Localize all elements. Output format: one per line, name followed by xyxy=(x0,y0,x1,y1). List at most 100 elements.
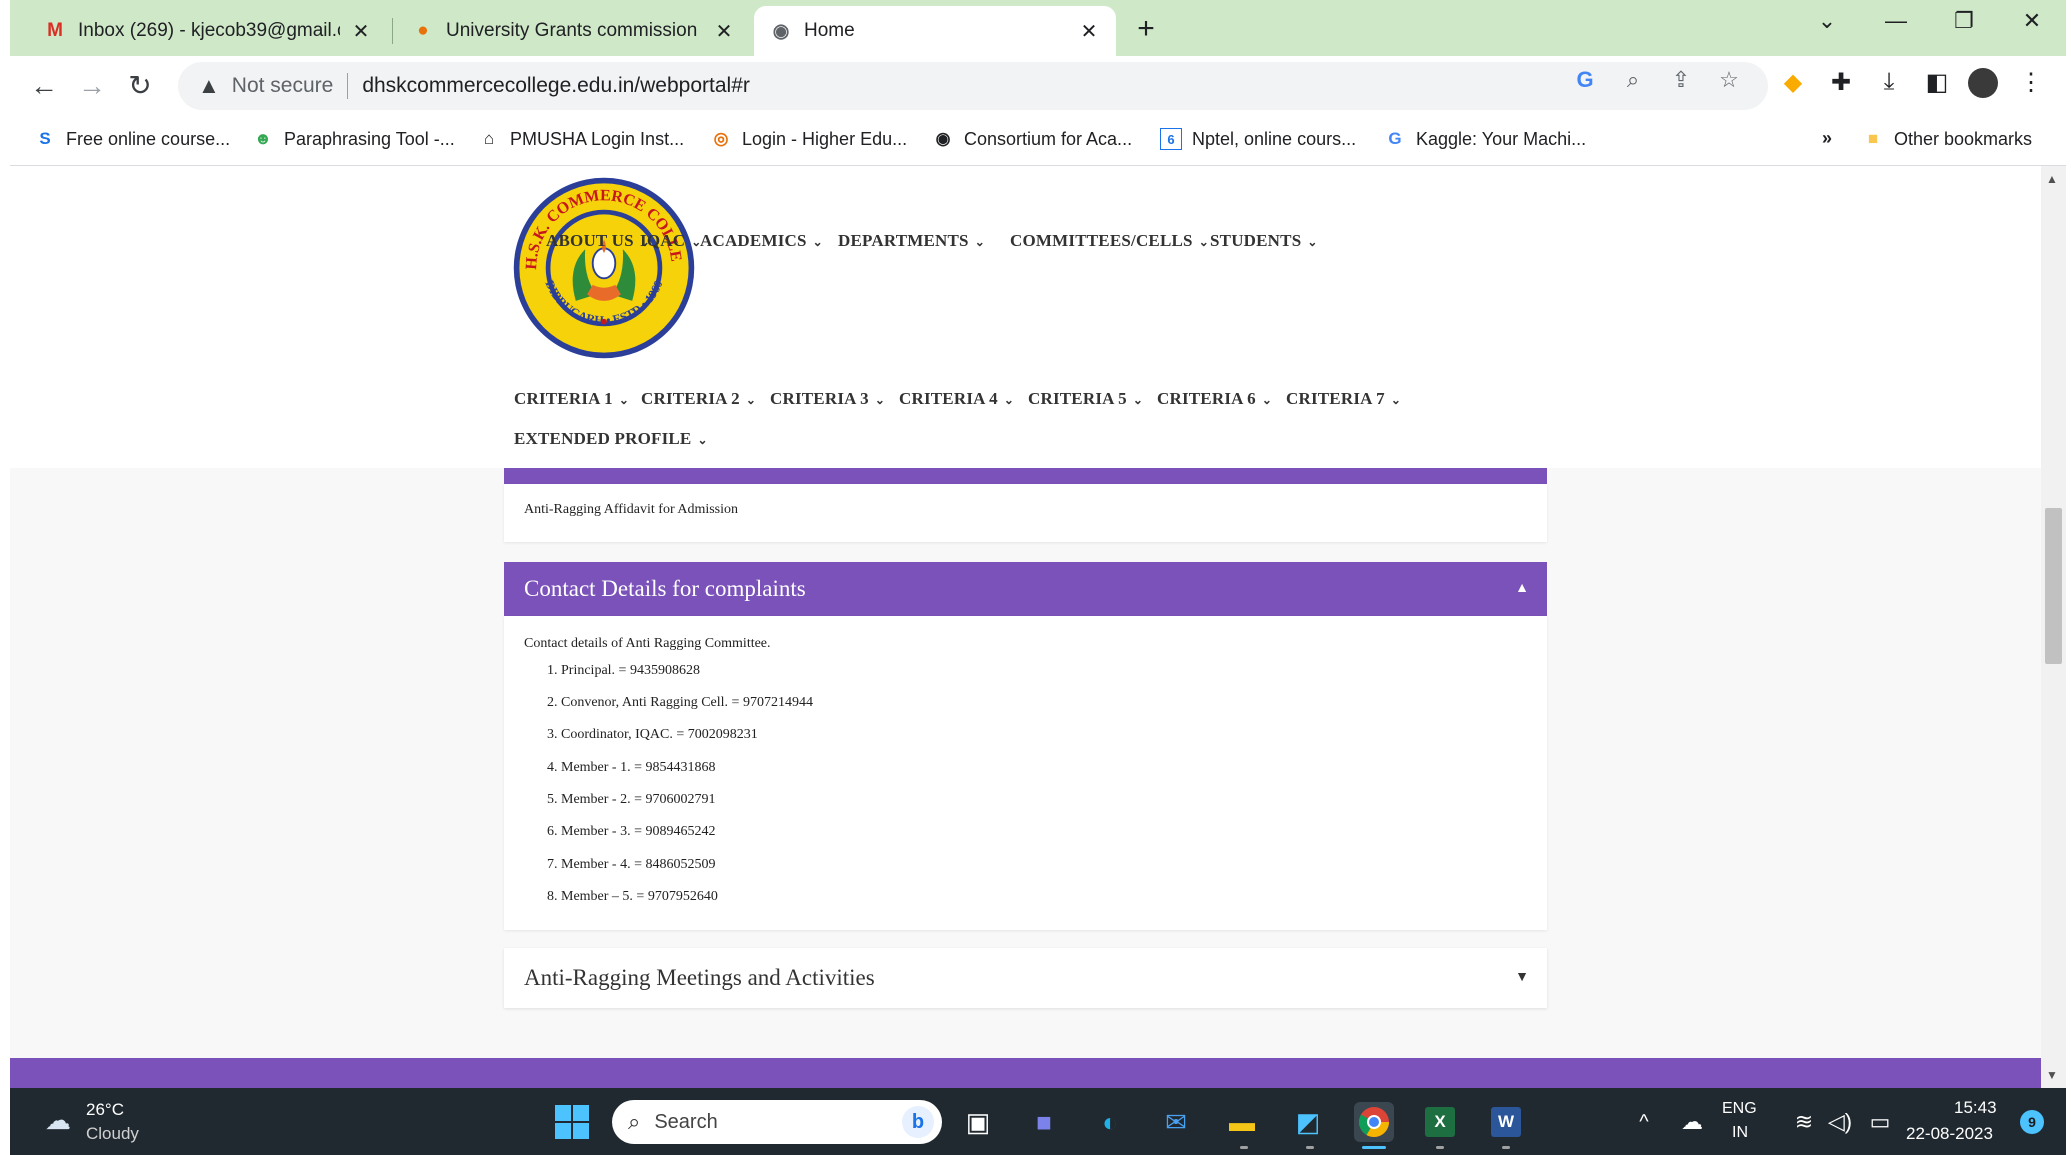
bing-icon[interactable]: b xyxy=(902,1106,934,1138)
nav-committees-cells[interactable]: COMMITTEES/CELLS ⌄ xyxy=(1010,231,1209,251)
restore-button[interactable]: ❐ xyxy=(1944,8,1984,34)
scrollbar-thumb[interactable] xyxy=(2045,508,2062,664)
chevron-up-icon[interactable]: ^ xyxy=(1624,1102,1664,1142)
weather-temp[interactable]: 26°C xyxy=(86,1100,124,1120)
tab-title: Inbox (269) - kjecob39@gmail.co xyxy=(78,20,340,41)
globe-icon: ◉ xyxy=(772,20,790,42)
login-icon: ◎ xyxy=(713,129,729,148)
task-view-icon[interactable]: ▣ xyxy=(958,1102,998,1142)
weather-condition[interactable]: Cloudy xyxy=(86,1124,139,1144)
tab-gmail[interactable]: M Inbox (269) - kjecob39@gmail.co ✕ xyxy=(28,6,388,56)
complaints-accordion-header[interactable]: Contact Details for complaints ▲ xyxy=(504,562,1547,616)
minimize-button[interactable]: — xyxy=(1876,8,1916,34)
nav-criteria-5[interactable]: CRITERIA 5 ⌄ xyxy=(1028,389,1143,409)
new-tab-button[interactable]: + xyxy=(1128,12,1164,46)
bookmarks-overflow[interactable]: » xyxy=(1822,128,1832,149)
chrome-icon[interactable] xyxy=(1354,1102,1394,1142)
side-panel-icon[interactable]: ◧ xyxy=(1920,68,1954,97)
browser-toolbar: ← → ↻ ▲ Not secure dhskcommercecollege.e… xyxy=(10,56,2066,116)
chevron-down-icon: ⌄ xyxy=(618,393,630,407)
forward-icon[interactable]: → xyxy=(72,66,112,106)
reload-icon[interactable]: ↻ xyxy=(120,66,160,106)
close-icon[interactable]: ✕ xyxy=(713,19,735,44)
word-icon[interactable]: W xyxy=(1486,1102,1526,1142)
chevron-down-icon: ⌄ xyxy=(1132,393,1144,407)
zoom-icon[interactable]: ⌕ xyxy=(1618,67,1648,93)
nav-criteria-2[interactable]: CRITERIA 2 ⌄ xyxy=(641,389,756,409)
scroll-down-icon[interactable]: ▼ xyxy=(2046,1068,2058,1082)
search-icon: ⌕ xyxy=(628,1109,641,1134)
nav-iqac[interactable]: IQAC ⌄ xyxy=(640,231,701,251)
affidavit-link[interactable]: Anti-Ragging Affidavit for Admission xyxy=(524,502,738,518)
tab-home[interactable]: ◉ Home ✕ xyxy=(754,6,1116,56)
google-lens-icon[interactable]: G xyxy=(1570,67,1600,93)
volume-icon[interactable]: ◁) xyxy=(1820,1102,1860,1142)
notification-badge[interactable]: 9 xyxy=(2020,1110,2044,1134)
scroll-up-icon[interactable]: ▲ xyxy=(2046,172,2058,186)
close-icon[interactable]: ✕ xyxy=(1078,19,1100,44)
clock-date[interactable]: 22-08-2023 xyxy=(1906,1124,1993,1144)
language-bottom[interactable]: IN xyxy=(1732,1124,1748,1142)
nav-academics[interactable]: ACADEMICS ⌄ xyxy=(700,231,823,251)
taskbar-search[interactable]: ⌕ Search b xyxy=(612,1100,942,1144)
nav-students[interactable]: STUDENTS ⌄ xyxy=(1210,231,1318,251)
address-bar[interactable]: ▲ Not secure dhskcommercecollege.edu.in/… xyxy=(178,62,1768,110)
nav-criteria-7[interactable]: CRITERIA 7 ⌄ xyxy=(1286,389,1401,409)
windows-start-icon[interactable] xyxy=(552,1102,592,1142)
bookmark-item[interactable]: ◎ Login - Higher Edu... xyxy=(710,128,908,150)
teams-chat-icon[interactable]: ■ xyxy=(1024,1102,1064,1142)
bookmark-item[interactable]: S Free online course... xyxy=(34,128,230,150)
extensions-puzzle-icon[interactable]: ✚ xyxy=(1824,68,1858,97)
avatar[interactable] xyxy=(1966,68,2000,105)
bookmark-label: Other bookmarks xyxy=(1894,128,2033,149)
google-icon: G xyxy=(1388,129,1402,148)
back-icon[interactable]: ← xyxy=(24,66,64,106)
bookmark-star-icon[interactable]: ☆ xyxy=(1714,67,1744,93)
list-item: 6. Member - 3. = 9089465242 xyxy=(547,824,716,839)
bookmark-item[interactable]: ⌂ PMUSHA Login Inst... xyxy=(478,128,684,150)
bookmark-item[interactable]: 6 Nptel, online cours... xyxy=(1160,128,1356,150)
bookmark-item[interactable]: G Kaggle: Your Machi... xyxy=(1384,128,1586,150)
chevron-down-icon: ⌄ xyxy=(1198,235,1209,249)
nav-criteria-4[interactable]: CRITERIA 4 ⌄ xyxy=(899,389,1014,409)
nav-extended-profile[interactable]: EXTENDED PROFILE ⌄ xyxy=(514,429,708,449)
nav-criteria-3[interactable]: CRITERIA 3 ⌄ xyxy=(770,389,885,409)
extension-colorful-icon[interactable]: ◆ xyxy=(1776,68,1810,97)
tab-ugc[interactable]: ● University Grants commission ::R ✕ xyxy=(396,6,751,56)
excel-icon[interactable]: X xyxy=(1420,1102,1460,1142)
chevron-down-icon: ⌄ xyxy=(1307,235,1318,249)
other-bookmarks[interactable]: ■ Other bookmarks xyxy=(1862,128,2032,150)
edge-icon[interactable]: ◐ xyxy=(1090,1102,1130,1142)
share-icon[interactable]: ⇪ xyxy=(1666,67,1696,93)
mail-icon[interactable]: ✉ xyxy=(1156,1102,1196,1142)
chevron-down-icon: ⌄ xyxy=(1261,393,1273,407)
language-top[interactable]: ENG xyxy=(1722,1100,1757,1118)
nav-departments[interactable]: DEPARTMENTS ⌄ xyxy=(838,231,985,251)
bookmark-item[interactable]: ☻ Paraphrasing Tool -... xyxy=(252,128,455,150)
close-window-button[interactable]: ✕ xyxy=(2012,8,2052,34)
chevron-down-icon: ▼ xyxy=(1515,970,1529,985)
accordion-title: Contact Details for complaints xyxy=(524,576,806,601)
onedrive-cloud-icon[interactable]: ☁ xyxy=(1672,1102,1712,1142)
nav-about-us[interactable]: ABOUT US ⌄ xyxy=(546,231,650,251)
college-logo[interactable]: D.H.S.K. COMMERCE COLLEGE DIBRUGARH • ES… xyxy=(510,174,698,362)
warning-icon[interactable]: ▲ xyxy=(198,73,220,99)
battery-icon[interactable]: ▭ xyxy=(1860,1102,1900,1142)
file-explorer-icon[interactable]: ▬ xyxy=(1222,1102,1262,1142)
clock-time[interactable]: 15:43 xyxy=(1954,1098,1997,1118)
close-icon[interactable]: ✕ xyxy=(350,19,372,44)
cloud-icon[interactable]: ☁ xyxy=(38,1100,78,1140)
nav-criteria-6[interactable]: CRITERIA 6 ⌄ xyxy=(1157,389,1272,409)
wifi-icon[interactable]: ≋ xyxy=(1784,1102,1824,1142)
meetings-accordion-header[interactable]: Anti-Ragging Meetings and Activities ▼ xyxy=(504,948,1547,1008)
download-icon[interactable]: ⤓ xyxy=(1872,68,1906,96)
menu-kebab-icon[interactable]: ⋮ xyxy=(2014,68,2048,97)
accordion-title: Anti-Ragging Meetings and Activities xyxy=(524,965,875,990)
running-indicator xyxy=(1240,1146,1248,1149)
url-text[interactable]: dhskcommercecollege.edu.in/webportal#r xyxy=(362,74,750,98)
photos-icon[interactable]: ◩ xyxy=(1288,1102,1328,1142)
bookmark-item[interactable]: ◉ Consortium for Aca... xyxy=(932,128,1133,150)
nav-criteria-1[interactable]: CRITERIA 1 ⌄ xyxy=(514,389,629,409)
nptel-icon: 6 xyxy=(1160,128,1182,150)
tab-search-icon[interactable]: ⌄ xyxy=(1807,8,1847,34)
